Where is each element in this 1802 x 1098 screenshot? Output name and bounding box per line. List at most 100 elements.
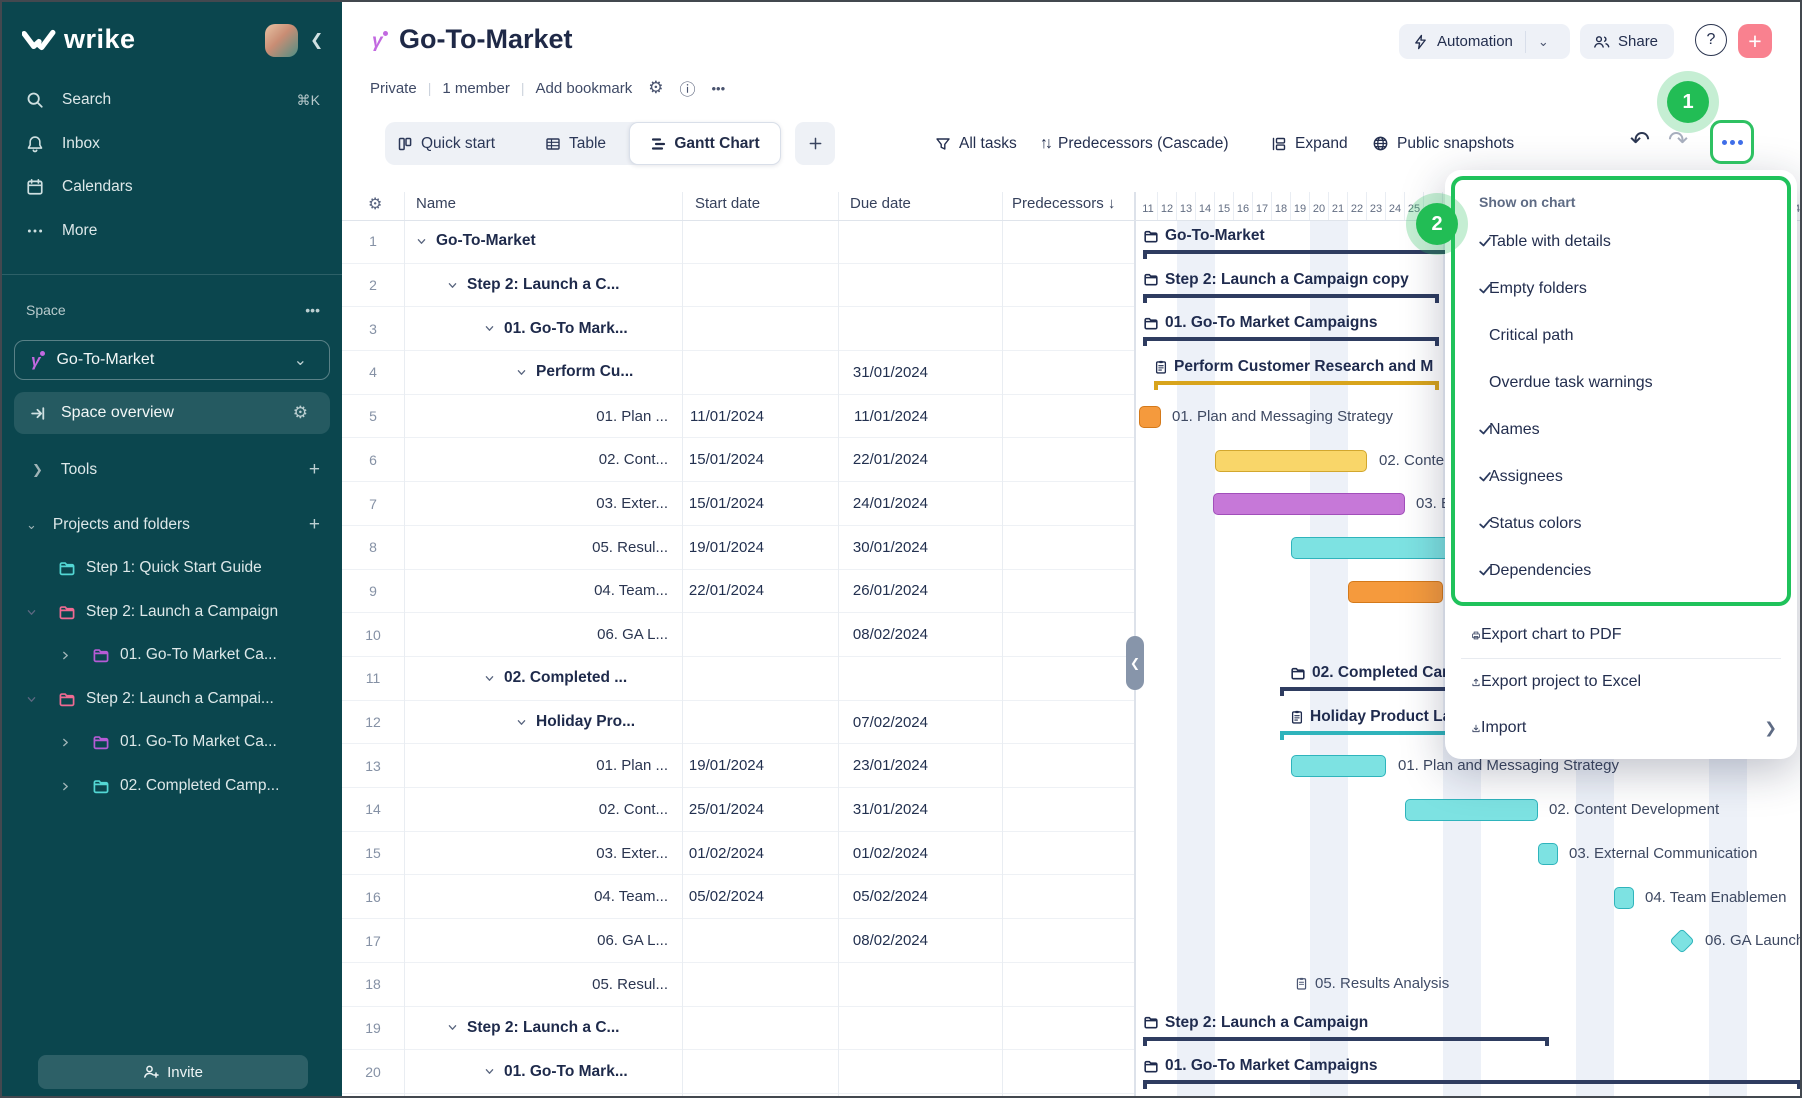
- header-gear-icon[interactable]: ⚙: [648, 78, 663, 98]
- projects-chevron-icon[interactable]: ⌄: [2, 517, 37, 533]
- start-date[interactable]: [620, 919, 776, 962]
- space-more-icon[interactable]: •••: [305, 302, 320, 318]
- table-row[interactable]: 904. Team...22/01/202426/01/2024: [342, 570, 1134, 614]
- column-header-predecessors[interactable]: Predecessors ↓: [1012, 195, 1115, 212]
- start-date[interactable]: 15/01/2024: [620, 482, 776, 525]
- gantt-bar[interactable]: [1538, 843, 1558, 865]
- column-header-start-date[interactable]: Start date: [695, 195, 760, 212]
- help-button[interactable]: ?: [1695, 24, 1727, 56]
- sidebar-item-inbox[interactable]: Inbox: [2, 124, 342, 164]
- folder-chevron-right-icon[interactable]: [60, 781, 71, 792]
- due-date[interactable]: [776, 264, 940, 307]
- gantt-summary-step-2-launch-a-campaign[interactable]: Step 2: Launch a Campaign: [1143, 1014, 1368, 1032]
- due-date[interactable]: 24/01/2024: [776, 482, 940, 525]
- table-row[interactable]: 301. Go-To Mark...: [342, 307, 1134, 351]
- sidebar-item-projects-folders[interactable]: ⌄ Projects and folders +: [2, 505, 342, 545]
- due-date[interactable]: 31/01/2024: [776, 788, 940, 831]
- gantt-bar[interactable]: [1215, 450, 1367, 472]
- due-date[interactable]: [776, 307, 940, 350]
- due-date[interactable]: 30/01/2024: [776, 526, 940, 569]
- menu-action-import[interactable]: Import❯: [1445, 705, 1797, 751]
- gantt-task-label-05-results-analysis[interactable]: 05. Results Analysis: [1295, 975, 1449, 992]
- menu-option-dependencies[interactable]: Dependencies: [1455, 547, 1787, 594]
- sidebar-item-search[interactable]: Search⌘K: [2, 80, 342, 120]
- gantt-bar[interactable]: [1614, 887, 1634, 909]
- start-date[interactable]: 19/01/2024: [620, 526, 776, 569]
- sidebar-folder-01-go-to-market-ca[interactable]: 01. Go-To Market Ca...: [2, 722, 342, 762]
- row-chevron-down-icon[interactable]: [484, 1066, 495, 1077]
- meta-1-member[interactable]: 1 member: [442, 80, 510, 97]
- wrike-logo[interactable]: wrike: [22, 24, 136, 55]
- table-row[interactable]: 703. Exter...15/01/202424/01/2024: [342, 482, 1134, 526]
- tab-quick-start[interactable]: Quick start: [397, 122, 495, 165]
- toolbar-all-tasks[interactable]: All tasks: [935, 122, 1017, 165]
- header-info-icon[interactable]: ⓘ: [679, 76, 695, 100]
- tools-chevron-icon[interactable]: ❯: [2, 462, 43, 478]
- gantt-bar[interactable]: [1139, 406, 1161, 428]
- avatar[interactable]: [265, 24, 298, 57]
- start-date[interactable]: 11/01/2024: [620, 395, 776, 438]
- collapse-sidebar-icon[interactable]: ❮: [310, 30, 323, 50]
- table-row[interactable]: 1706. GA L...08/02/2024: [342, 919, 1134, 963]
- gantt-summary-01-go-to-market-campaigns[interactable]: 01. Go-To Market Campaigns: [1143, 1057, 1377, 1075]
- start-date[interactable]: [620, 963, 776, 1006]
- tab-gantt-chart[interactable]: Gantt Chart: [629, 122, 781, 165]
- table-row[interactable]: 12Holiday Pro...07/02/2024: [342, 701, 1134, 745]
- toolbar-predecessors-cascade[interactable]: ↑↓Predecessors (Cascade): [1040, 122, 1229, 165]
- table-row[interactable]: 19Step 2: Launch a C...: [342, 1007, 1134, 1051]
- tools-add-icon[interactable]: +: [309, 459, 320, 481]
- menu-action-export-project-to-excel[interactable]: Export project to Excel: [1445, 659, 1797, 705]
- table-row[interactable]: 2Step 2: Launch a C...: [342, 264, 1134, 308]
- table-row[interactable]: 4Perform Cu...31/01/2024: [342, 351, 1134, 395]
- menu-option-assignees[interactable]: Assignees: [1455, 453, 1787, 500]
- due-date[interactable]: 08/02/2024: [776, 613, 940, 656]
- start-date[interactable]: [620, 613, 776, 656]
- sidebar-item-space-overview[interactable]: Space overview ⚙: [14, 392, 330, 434]
- gantt-summary-perform-customer-research-and-m[interactable]: Perform Customer Research and M: [1154, 358, 1433, 376]
- projects-add-icon[interactable]: +: [309, 514, 320, 536]
- menu-action-export-chart-to-pdf[interactable]: Export chart to PDF: [1445, 612, 1797, 658]
- invite-button[interactable]: Invite: [38, 1055, 308, 1089]
- sidebar-folder-step-2-launch-a-campaign[interactable]: Step 2: Launch a Campaign: [2, 592, 342, 632]
- due-date[interactable]: [776, 963, 940, 1006]
- start-date[interactable]: 01/02/2024: [620, 832, 776, 875]
- table-row[interactable]: 602. Cont...15/01/202422/01/2024: [342, 439, 1134, 483]
- gantt-summary-01-go-to-market-campaigns[interactable]: 01. Go-To Market Campaigns: [1143, 314, 1377, 332]
- add-view-button[interactable]: [795, 122, 835, 165]
- due-date[interactable]: 08/02/2024: [776, 919, 940, 962]
- row-chevron-down-icon[interactable]: [516, 367, 527, 378]
- gantt-bar[interactable]: [1213, 493, 1405, 515]
- folder-chevron-down-icon[interactable]: [26, 694, 37, 705]
- gantt-more-button[interactable]: [1710, 120, 1754, 164]
- due-date[interactable]: [776, 1007, 940, 1050]
- start-date[interactable]: 15/01/2024: [620, 439, 776, 482]
- due-date[interactable]: [776, 657, 940, 700]
- table-row[interactable]: 2001. Go-To Mark...: [342, 1050, 1134, 1094]
- menu-option-critical-path[interactable]: Critical path: [1455, 312, 1787, 359]
- column-header-due-date[interactable]: Due date: [850, 195, 911, 212]
- automation-button[interactable]: Automation ⌄: [1399, 24, 1570, 59]
- menu-option-status-colors[interactable]: Status colors: [1455, 500, 1787, 547]
- table-row[interactable]: 1604. Team...05/02/202405/02/2024: [342, 876, 1134, 920]
- start-date[interactable]: [620, 220, 776, 263]
- sidebar-folder-step-2-launch-a-campai[interactable]: Step 2: Launch a Campai...: [2, 679, 342, 719]
- meta-private[interactable]: Private: [370, 80, 417, 97]
- toolbar-expand[interactable]: Expand: [1270, 122, 1348, 165]
- column-header-name[interactable]: Name: [416, 195, 456, 212]
- menu-option-table-with-details[interactable]: Table with details: [1455, 218, 1787, 265]
- table-row[interactable]: 1006. GA L...08/02/2024: [342, 613, 1134, 657]
- table-row[interactable]: 1503. Exter...01/02/202401/02/2024: [342, 832, 1134, 876]
- table-row[interactable]: 1Go-To-Market: [342, 220, 1134, 264]
- table-row[interactable]: 501. Plan ...11/01/202411/01/2024: [342, 395, 1134, 439]
- gantt-summary-step-2-launch-a-campaign-copy[interactable]: Step 2: Launch a Campaign copy: [1143, 271, 1409, 289]
- row-chevron-down-icon[interactable]: [447, 1022, 458, 1033]
- table-row[interactable]: 1805. Resul...: [342, 963, 1134, 1007]
- menu-option-overdue-task-warnings[interactable]: Overdue task warnings: [1455, 359, 1787, 406]
- sidebar-item-tools[interactable]: ❯ Tools +: [2, 450, 342, 490]
- start-date[interactable]: [620, 307, 776, 350]
- toolbar-public-snapshots[interactable]: Public snapshots: [1372, 122, 1514, 165]
- sidebar-item-more[interactable]: More: [2, 211, 342, 251]
- start-date[interactable]: 05/02/2024: [620, 876, 776, 919]
- row-chevron-down-icon[interactable]: [484, 673, 495, 684]
- sidebar-folder-02-completed-camp[interactable]: 02. Completed Camp...: [2, 766, 342, 806]
